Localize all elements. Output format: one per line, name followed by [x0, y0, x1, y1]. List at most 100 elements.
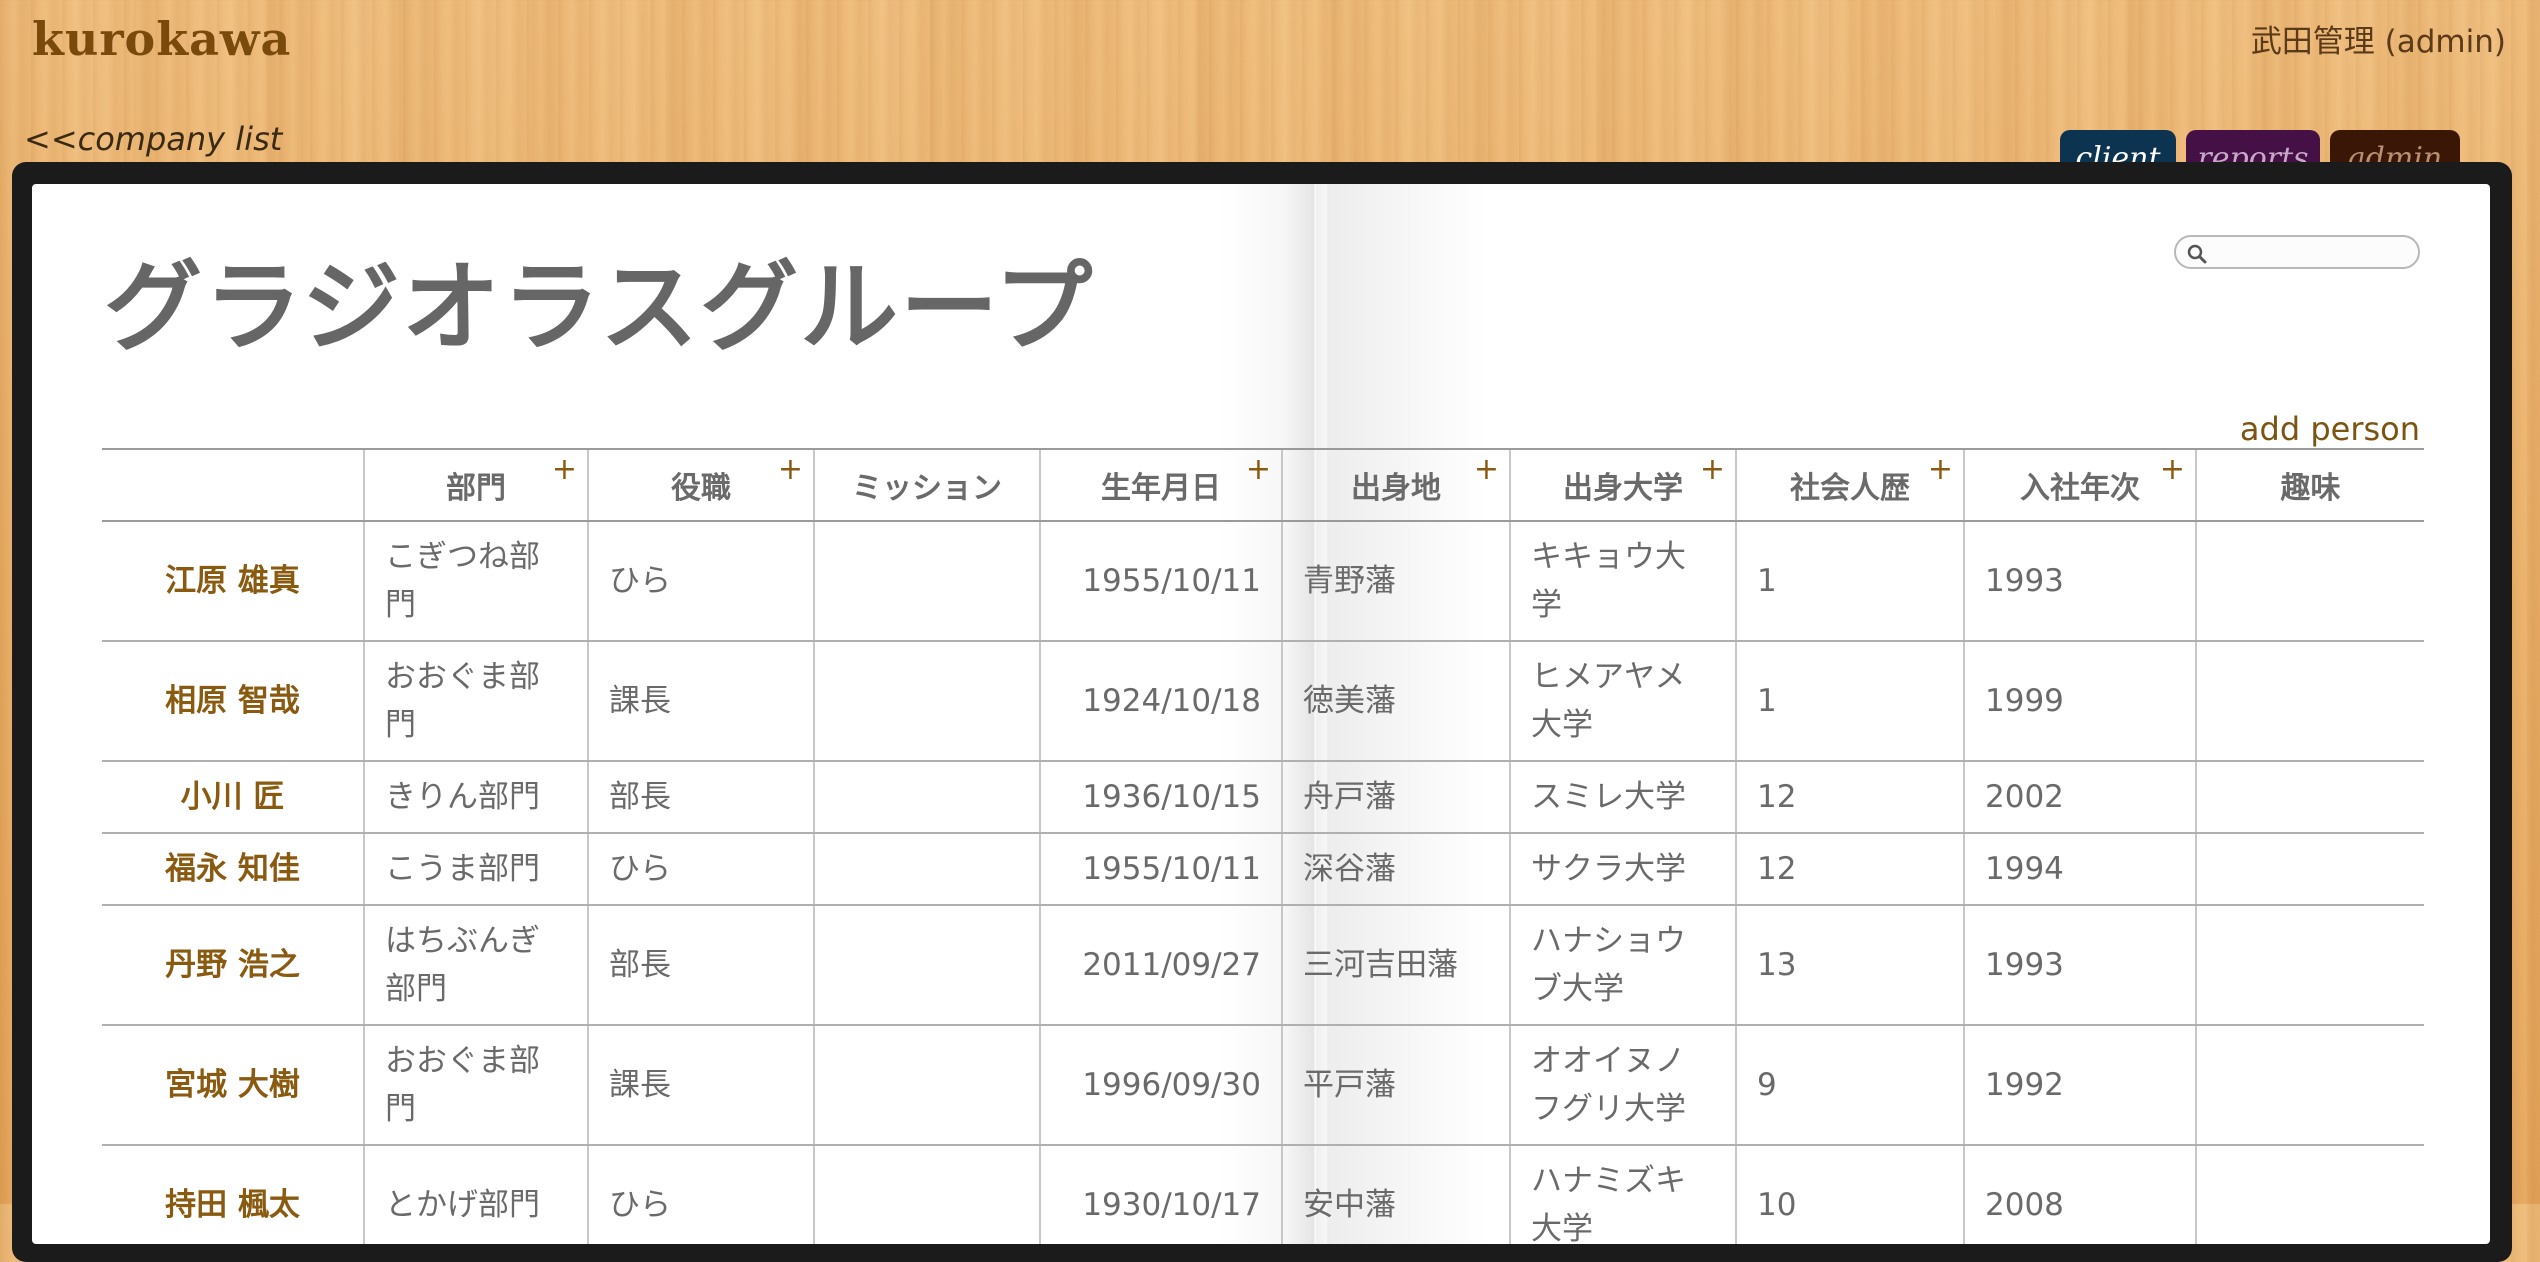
cell-mission: [813, 905, 1040, 1026]
cell-joined: 1993: [1963, 905, 2196, 1026]
person-name-link[interactable]: 相原 智哉: [102, 641, 364, 762]
cell-university: オオイヌノフグリ大学: [1509, 1025, 1736, 1146]
cell-birth: 1924/10/18: [1039, 641, 1282, 762]
company-list-link[interactable]: <<company list: [24, 120, 282, 158]
sort-plus-icon[interactable]: +: [778, 452, 803, 487]
person-name-link[interactable]: 丹野 浩之: [102, 905, 364, 1026]
page-title: グラジオラスグループ: [104, 251, 1095, 365]
cell-university: ハナショウブ大学: [1509, 905, 1736, 1026]
table-header-row: 部門 + 役職 + ミッション 生年月日 + 出身地 + 出身大学 + 社会人歴 + 入社年…: [102, 448, 2424, 522]
cell-title: ひら: [587, 833, 814, 906]
header-origin[interactable]: 出身地 +: [1281, 448, 1510, 522]
cell-joined: 1992: [1963, 1025, 2196, 1146]
header-dept[interactable]: 部門 +: [363, 448, 588, 522]
cell-origin: 平戸藩: [1281, 1025, 1510, 1146]
cell-birth: 1955/10/11: [1039, 521, 1282, 642]
add-person-link[interactable]: add person: [2240, 410, 2420, 448]
cell-mission: [813, 761, 1040, 834]
header-university[interactable]: 出身大学 +: [1509, 448, 1736, 522]
header-mission: ミッション: [813, 448, 1040, 522]
header-birth[interactable]: 生年月日 +: [1039, 448, 1282, 522]
cell-title: 部長: [587, 761, 814, 834]
cell-title: ひら: [587, 1145, 814, 1244]
cell-hobby: [2195, 833, 2424, 906]
cell-dept: きりん部門: [363, 761, 588, 834]
cell-birth: 1996/09/30: [1039, 1025, 1282, 1146]
sort-plus-icon[interactable]: +: [1928, 452, 1953, 487]
cell-origin: 深谷藩: [1281, 833, 1510, 906]
cell-hobby: [2195, 641, 2424, 762]
sort-plus-icon[interactable]: +: [552, 452, 577, 487]
cell-origin: 徳美藩: [1281, 641, 1510, 762]
cell-joined: 1999: [1963, 641, 2196, 762]
app-logo[interactable]: kurokawa: [32, 12, 291, 66]
header-title[interactable]: 役職 +: [587, 448, 814, 522]
cell-origin: 安中藩: [1281, 1145, 1510, 1244]
cell-dept: とかげ部門: [363, 1145, 588, 1244]
cell-university: スミレ大学: [1509, 761, 1736, 834]
cell-dept: こぎつね部門: [363, 521, 588, 642]
cell-university: ハナミズキ大学: [1509, 1145, 1736, 1244]
table-row[interactable]: 小川 匠 きりん部門 部長 1936/10/15 舟戸藩 スミレ大学 12 20…: [102, 761, 2424, 834]
person-name-link[interactable]: 小川 匠: [102, 761, 364, 834]
cell-origin: 三河吉田藩: [1281, 905, 1510, 1026]
cell-origin: 青野藩: [1281, 521, 1510, 642]
table-row[interactable]: 持田 楓太 とかげ部門 ひら 1930/10/17 安中藩 ハナミズキ大学 10…: [102, 1145, 2424, 1244]
cell-dept: おおぐま部門: [363, 1025, 588, 1146]
sort-plus-icon[interactable]: +: [1474, 452, 1499, 487]
header-career[interactable]: 社会人歴 +: [1735, 448, 1964, 522]
cell-career: 1: [1735, 521, 1964, 642]
cell-mission: [813, 641, 1040, 762]
header-joined[interactable]: 入社年次 +: [1963, 448, 2196, 522]
table-row[interactable]: 宮城 大樹 おおぐま部門 課長 1996/09/30 平戸藩 オオイヌノフグリ大…: [102, 1025, 2424, 1146]
cell-joined: 2008: [1963, 1145, 2196, 1244]
cell-mission: [813, 1025, 1040, 1146]
cell-career: 12: [1735, 833, 1964, 906]
search-input[interactable]: [2214, 239, 2414, 267]
table-row[interactable]: 丹野 浩之 はちぶんぎ部門 部長 2011/09/27 三河吉田藩 ハナショウブ…: [102, 905, 2424, 1026]
cell-dept: はちぶんぎ部門: [363, 905, 588, 1026]
table-row[interactable]: 相原 智哉 おおぐま部門 課長 1924/10/18 徳美藩 ヒメアヤメ大学 1…: [102, 641, 2424, 762]
person-name-link[interactable]: 持田 楓太: [102, 1145, 364, 1244]
cell-joined: 1993: [1963, 521, 2196, 642]
header-name: [102, 448, 364, 522]
cell-origin: 舟戸藩: [1281, 761, 1510, 834]
table-row[interactable]: 福永 知佳 こうま部門 ひら 1955/10/11 深谷藩 サクラ大学 12 1…: [102, 833, 2424, 906]
cell-birth: 1936/10/15: [1039, 761, 1282, 834]
cell-career: 1: [1735, 641, 1964, 762]
cell-title: 課長: [587, 641, 814, 762]
cell-career: 10: [1735, 1145, 1964, 1244]
cell-title: ひら: [587, 521, 814, 642]
sort-plus-icon[interactable]: +: [1246, 452, 1271, 487]
cell-hobby: [2195, 905, 2424, 1026]
person-name-link[interactable]: 福永 知佳: [102, 833, 364, 906]
sort-plus-icon[interactable]: +: [1700, 452, 1725, 487]
cell-career: 12: [1735, 761, 1964, 834]
cell-university: サクラ大学: [1509, 833, 1736, 906]
people-table: 部門 + 役職 + ミッション 生年月日 + 出身地 + 出身大学 + 社会人歴 + 入社年…: [102, 448, 2424, 1244]
sort-plus-icon[interactable]: +: [2160, 452, 2185, 487]
cell-birth: 1955/10/11: [1039, 833, 1282, 906]
person-name-link[interactable]: 宮城 大樹: [102, 1025, 364, 1146]
cell-mission: [813, 1145, 1040, 1244]
cell-hobby: [2195, 521, 2424, 642]
cell-university: ヒメアヤメ大学: [1509, 641, 1736, 762]
cell-dept: おおぐま部門: [363, 641, 588, 762]
header-hobby: 趣味: [2195, 448, 2424, 522]
cell-dept: こうま部門: [363, 833, 588, 906]
cell-hobby: [2195, 761, 2424, 834]
cell-mission: [813, 833, 1040, 906]
cell-hobby: [2195, 1145, 2424, 1244]
cell-mission: [813, 521, 1040, 642]
cell-career: 9: [1735, 1025, 1964, 1146]
person-name-link[interactable]: 江原 雄真: [102, 521, 364, 642]
cell-birth: 1930/10/17: [1039, 1145, 1282, 1244]
cell-joined: 2002: [1963, 761, 2196, 834]
table-row[interactable]: 江原 雄真 こぎつね部門 ひら 1955/10/11 青野藩 キキョウ大学 1 …: [102, 521, 2424, 642]
cell-joined: 1994: [1963, 833, 2196, 906]
cell-title: 部長: [587, 905, 814, 1026]
search-icon: [2187, 244, 2207, 264]
cell-birth: 2011/09/27: [1039, 905, 1282, 1026]
search-box[interactable]: [2174, 235, 2420, 269]
current-user[interactable]: 武田管理 (admin): [2251, 16, 2506, 61]
